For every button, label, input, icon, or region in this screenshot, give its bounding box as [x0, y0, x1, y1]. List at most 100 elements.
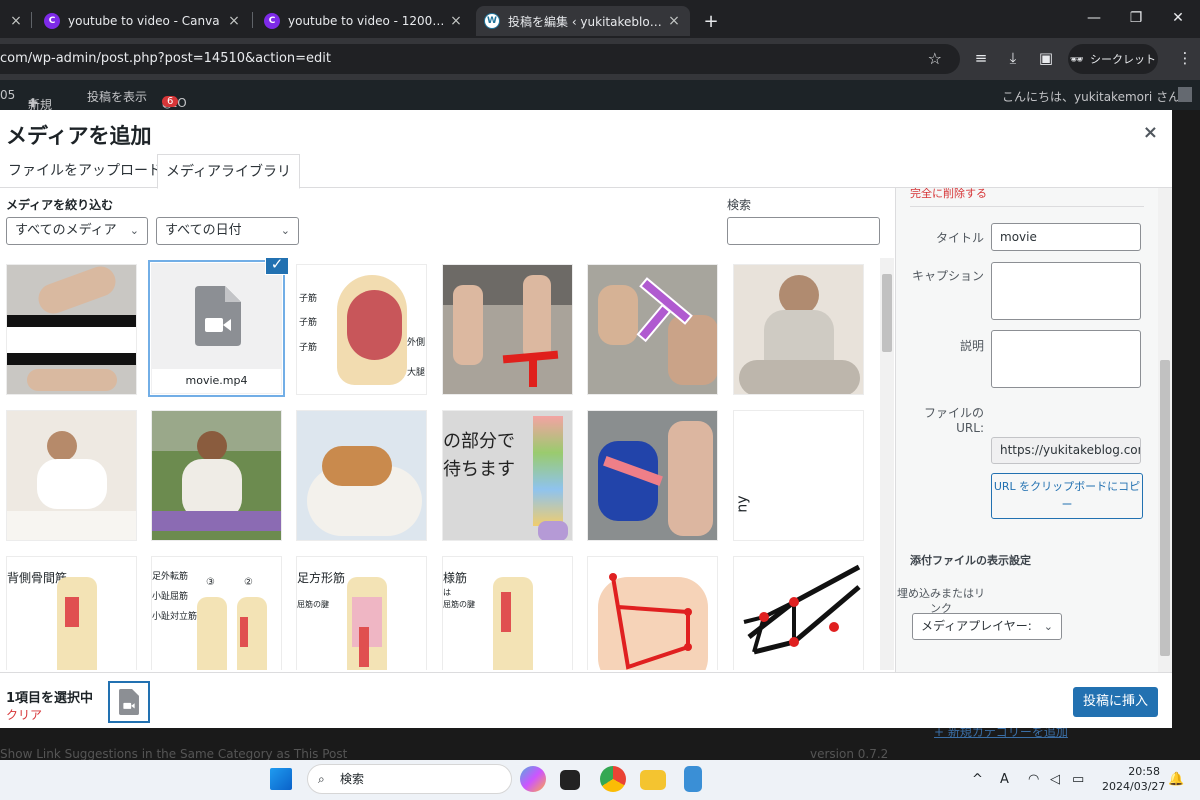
greeting[interactable]: こんにちは、yukitakemori さん	[1002, 88, 1180, 105]
download-icon[interactable]: ⤓	[1002, 49, 1024, 69]
selection-count: 1項目を選択中	[6, 691, 94, 706]
media-tile[interactable]	[587, 556, 718, 670]
clear-selection-link[interactable]: クリア	[6, 706, 42, 723]
menu-icon[interactable]: ⋮	[1174, 49, 1196, 69]
caption-field[interactable]	[991, 262, 1141, 320]
pen-icon[interactable]: A	[1000, 772, 1009, 787]
task-view-icon[interactable]	[560, 770, 580, 790]
view-post-link[interactable]: 投稿を表示	[87, 88, 147, 105]
address-bar[interactable]: com/wp-admin/post.php?post=14510&action=…	[0, 44, 960, 74]
media-grid: movie.mp4 ✓ 子筋 子筋 子筋 外側 大腿 の部分で 待ちます ny …	[0, 258, 880, 670]
media-modal: メディアを追加 × ファイルをアップロード メディアライブラリ メディアを絞り込…	[0, 110, 1172, 728]
media-tile[interactable]	[6, 264, 137, 395]
tab-search-icon[interactable]: ≡	[970, 49, 992, 69]
close-icon[interactable]: ×	[666, 13, 682, 29]
media-date-select[interactable]: すべての日付 ⌄	[156, 217, 299, 245]
incognito-icon: 🕶	[1070, 52, 1084, 66]
chrome-icon[interactable]	[600, 766, 626, 792]
volume-icon[interactable]: ◁	[1050, 772, 1060, 787]
canva-icon: C	[44, 13, 60, 29]
star-icon[interactable]: ☆	[928, 44, 942, 74]
file-url-field[interactable]: https://yukitakeblog.com,	[991, 437, 1141, 464]
media-tile[interactable]	[733, 556, 864, 670]
media-tile[interactable]: 足外転筋 小趾屈筋 小趾対立筋 ③ ②	[151, 556, 282, 670]
media-tile-selected[interactable]: movie.mp4	[148, 260, 285, 397]
incognito-badge[interactable]: 🕶 シークレット	[1068, 44, 1158, 74]
copilot-icon[interactable]	[520, 766, 546, 792]
selected-thumbnail[interactable]	[108, 681, 150, 723]
close-window-button[interactable]: ✕	[1156, 4, 1200, 32]
media-tile[interactable]: 足方形筋 屈筋の腱	[296, 556, 427, 670]
media-type-select[interactable]: すべてのメディア ⌄	[6, 217, 148, 245]
tab-upload[interactable]: ファイルをアップロード	[0, 154, 170, 188]
video-file-icon	[119, 689, 139, 715]
tab-media-library[interactable]: メディアライブラリ	[157, 154, 301, 189]
media-tile[interactable]: 子筋 子筋 子筋 外側 大腿	[296, 264, 427, 395]
media-filters: メディアを絞り込む すべてのメディア ⌄ すべての日付 ⌄ 検索	[0, 188, 895, 258]
media-tile[interactable]	[442, 264, 573, 395]
wp-admin-bar: 05 ✚ 新規 投稿を表示 ◎ SEO 6 こんにちは、yukitakemori…	[0, 80, 1200, 112]
sidepanel-icon[interactable]: ▣	[1035, 49, 1057, 69]
windows-taskbar: ⌕ 検索 ^ A ◠ ◁ ▭ 20:58 2024/03/27 🔔	[0, 760, 1200, 800]
file-explorer-icon[interactable]	[640, 770, 666, 790]
notepad-icon[interactable]	[684, 766, 702, 792]
media-tile[interactable]	[296, 410, 427, 541]
tab-wordpress[interactable]: W 投稿を編集 ‹ yukitakeblog — W ×	[476, 6, 690, 36]
notification-bell-icon[interactable]: 🔔	[1168, 772, 1184, 787]
media-tile[interactable]	[587, 410, 718, 541]
media-tile[interactable]: 背側骨間筋	[6, 556, 137, 670]
close-icon[interactable]: ×	[1143, 122, 1158, 143]
new-tab-button[interactable]: +	[698, 6, 724, 36]
avatar[interactable]	[1178, 87, 1192, 102]
sidebar-scrollbar[interactable]	[1158, 188, 1172, 672]
taskbar-clock[interactable]: 20:58 2024/03/27	[1102, 764, 1165, 794]
media-toolbar: 1項目を選択中 クリア 投稿に挿入	[0, 672, 1172, 728]
wordpress-icon: W	[484, 13, 500, 29]
close-icon[interactable]: ×	[226, 13, 242, 29]
wifi-icon[interactable]: ◠	[1028, 772, 1039, 787]
media-tile[interactable]: の部分で 待ちます	[442, 410, 573, 541]
media-tile[interactable]	[151, 410, 282, 541]
canva-icon: C	[264, 13, 280, 29]
chevron-down-icon: ⌄	[280, 224, 290, 237]
browser-tab-strip: × C youtube to video - Canva × C youtube…	[0, 0, 1200, 38]
taskbar-search[interactable]: ⌕ 検索	[307, 764, 512, 794]
insert-into-post-button[interactable]: 投稿に挿入	[1073, 687, 1158, 717]
search-icon: ⌕	[318, 772, 325, 786]
windows-start-icon[interactable]	[270, 768, 292, 790]
tab-canva-1[interactable]: C youtube to video - Canva ×	[36, 6, 250, 36]
media-tile[interactable]: ny	[733, 410, 864, 541]
chevron-down-icon: ⌄	[129, 224, 139, 237]
modal-title: メディアを追加	[6, 124, 152, 148]
chevron-down-icon: ⌄	[1043, 620, 1053, 633]
title-field[interactable]: movie	[991, 223, 1141, 251]
checkmark-icon[interactable]: ✓	[265, 258, 289, 275]
media-search-input[interactable]	[727, 217, 880, 245]
arrow-diagram	[609, 573, 692, 670]
description-field[interactable]	[991, 330, 1141, 388]
display-settings-title: 添付ファイルの表示設定	[910, 554, 1031, 567]
close-icon[interactable]: ×	[8, 13, 24, 29]
delete-permanently-link[interactable]: 完全に削除する	[910, 188, 987, 201]
foot-bones-diagram	[743, 564, 861, 655]
seo-count-badge: 6	[162, 96, 179, 107]
media-tile[interactable]	[733, 264, 864, 395]
file-name: movie.mp4	[152, 369, 281, 393]
embed-select[interactable]: メディアプレイヤー: ⌄	[912, 613, 1062, 640]
battery-icon[interactable]: ▭	[1072, 772, 1084, 787]
copy-url-button[interactable]: URL をクリップボードにコピー	[991, 473, 1143, 519]
minimize-button[interactable]: —	[1072, 4, 1116, 32]
grid-scrollbar[interactable]	[880, 258, 894, 670]
close-icon[interactable]: ×	[448, 13, 464, 29]
video-file-icon	[195, 286, 241, 346]
tab-canva-2[interactable]: C youtube to video - 1200 × 800p ×	[256, 6, 472, 36]
maximize-button[interactable]: ❐	[1114, 4, 1158, 32]
media-tile[interactable]	[587, 264, 718, 395]
chevron-up-icon[interactable]: ^	[972, 772, 983, 787]
media-tile[interactable]	[6, 410, 137, 541]
tab-close-partial[interactable]: ×	[0, 6, 28, 36]
media-tile[interactable]: 様筋 は 屈筋の腱	[442, 556, 573, 670]
modal-tabs: ファイルをアップロード メディアライブラリ	[0, 154, 1172, 189]
browser-toolbar: com/wp-admin/post.php?post=14510&action=…	[0, 38, 1200, 80]
attachment-details: 完全に削除する タイトル movie キャプション 説明 ファイルの URL: …	[895, 188, 1172, 672]
